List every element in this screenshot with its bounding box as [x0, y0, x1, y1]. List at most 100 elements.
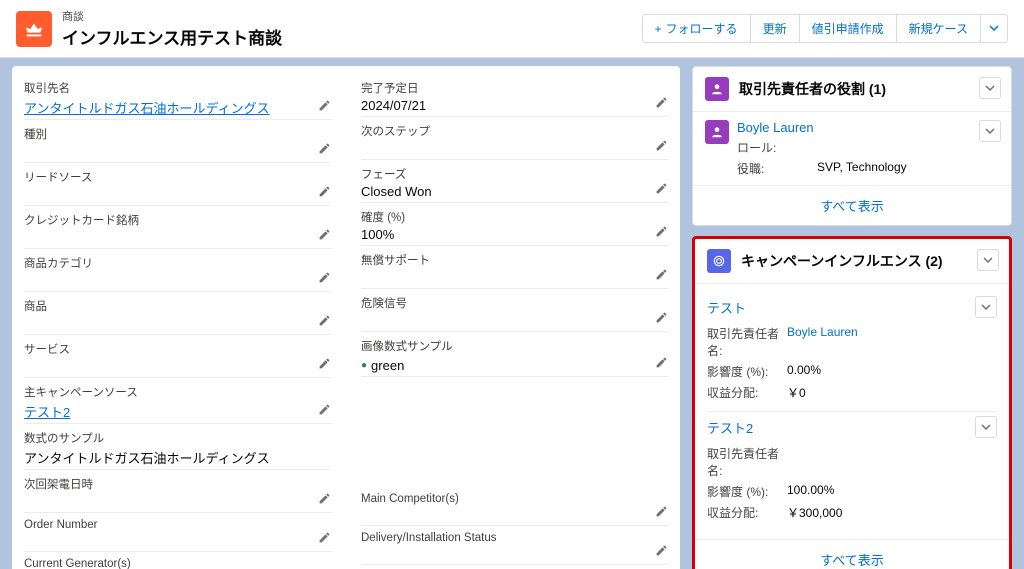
field-value: [24, 144, 331, 160]
field: 数式のサンプルアンタイトルドガス石油ホールディングス: [24, 424, 331, 470]
field: 取引先名アンタイトルドガス石油ホールディングス: [24, 74, 331, 120]
field-label: Main Competitor(s): [361, 493, 668, 505]
field-value: [361, 313, 668, 329]
edit-pencil-icon[interactable]: [318, 531, 331, 547]
object-type-label: 商談: [62, 8, 632, 24]
edit-pencil-icon[interactable]: [318, 492, 331, 508]
contact-roles-icon: [705, 77, 729, 101]
edit-pencil-icon[interactable]: [655, 311, 668, 327]
campaign-record-menu[interactable]: [975, 296, 997, 318]
more-actions-button[interactable]: [981, 14, 1008, 43]
action-bar: +フォローする 更新 値引申請作成 新規ケース: [642, 14, 1008, 43]
person-avatar: [705, 120, 729, 144]
campaign-record-link[interactable]: テスト: [707, 298, 746, 317]
campaign-record-menu[interactable]: [975, 416, 997, 438]
edit-pencil-icon[interactable]: [318, 99, 331, 115]
campaign-show-all[interactable]: すべて表示: [695, 539, 1009, 569]
field: サービス: [24, 335, 331, 378]
field-value: [24, 533, 331, 549]
edit-pencil-icon[interactable]: [655, 182, 668, 198]
edit-pencil-icon[interactable]: [318, 357, 331, 373]
field-label: Delivery/Installation Status: [361, 532, 668, 544]
field-value: [361, 546, 668, 562]
field: 次回架電日時: [24, 470, 331, 513]
field: Main Competitor(s): [361, 487, 668, 526]
field-value: [24, 359, 331, 375]
kv-value[interactable]: Boyle Lauren: [787, 325, 858, 359]
campaign-influence-card: キャンペーンインフルエンス (2) テスト取引先責任者名:Boyle Laure…: [692, 236, 1012, 569]
edit-pencil-icon[interactable]: [318, 142, 331, 158]
edit-pencil-icon[interactable]: [655, 96, 668, 112]
edit-pencil-icon[interactable]: [655, 505, 668, 521]
field-value: [24, 230, 331, 246]
field: フェーズ Closed Won: [361, 160, 668, 203]
field: 完了予定日2024/07/21: [361, 74, 668, 117]
field: 危険信号: [361, 289, 668, 332]
record-header: 商談 インフルエンス用テスト商談 +フォローする 更新 値引申請作成 新規ケース: [0, 0, 1024, 58]
field-label: 次回架電日時: [24, 476, 331, 492]
field-value: [361, 507, 668, 523]
edit-pencil-icon[interactable]: [655, 356, 668, 372]
field: Delivery/Installation Status: [361, 526, 668, 565]
edit-pencil-icon[interactable]: [318, 228, 331, 244]
discount-request-button[interactable]: 値引申請作成: [800, 14, 897, 43]
campaign-influence-title[interactable]: キャンペーンインフルエンス (2): [741, 251, 943, 271]
field-label: クレジットカード銘柄: [24, 212, 331, 228]
role-label: ロール:: [737, 139, 817, 156]
kv-label: 取引先責任者名:: [707, 325, 787, 359]
campaign-record-link[interactable]: テスト2: [707, 418, 753, 437]
field-value[interactable]: アンタイトルドガス石油ホールディングス: [24, 98, 331, 117]
field-value: green: [361, 358, 404, 374]
contact-roles-title[interactable]: 取引先責任者の役割 (1): [739, 79, 886, 99]
edit-pencil-icon[interactable]: [655, 139, 668, 155]
follow-button[interactable]: +フォローする: [642, 14, 751, 43]
field: クレジットカード銘柄: [24, 206, 331, 249]
contact-row-menu[interactable]: [979, 120, 1001, 142]
edit-pencil-icon[interactable]: [318, 403, 331, 419]
title-value: SVP, Technology: [817, 160, 907, 177]
campaign-influence-menu[interactable]: [977, 249, 999, 271]
detail-panel: 取引先名アンタイトルドガス石油ホールディングス種別リードソースクレジットカード銘…: [12, 66, 680, 569]
edit-pencil-icon[interactable]: [655, 225, 668, 241]
kv-label: 影響度 (%):: [707, 363, 787, 380]
field-value: [24, 494, 331, 510]
field: 商品: [24, 292, 331, 335]
edit-pencil-icon[interactable]: [655, 268, 668, 284]
opportunity-icon: [16, 11, 52, 47]
field-label: 危険信号: [361, 295, 668, 311]
field-label: 主キャンペーンソース: [24, 384, 331, 400]
field-label: サービス: [24, 341, 331, 357]
campaign-record: テスト2取引先責任者名:影響度 (%):100.00%収益分配:￥300,000: [707, 412, 997, 531]
contact-roles-card: 取引先責任者の役割 (1) Boyle Lauren ロール: 役職:SVP, …: [692, 66, 1012, 226]
field-label: Order Number: [24, 519, 331, 531]
field-label: 無償サポート: [361, 252, 668, 268]
field-value: [24, 316, 331, 332]
field-label: フェーズ: [361, 166, 668, 182]
field: 無償サポート: [361, 246, 668, 289]
edit-pencil-icon[interactable]: [318, 271, 331, 287]
new-case-button[interactable]: 新規ケース: [897, 14, 981, 43]
field: リードソース: [24, 163, 331, 206]
contact-name-link[interactable]: Boyle Lauren: [737, 120, 999, 135]
campaign-record: テスト取引先責任者名:Boyle Lauren影響度 (%):0.00%収益分配…: [707, 292, 997, 412]
field: 主キャンペーンソーステスト2: [24, 378, 331, 424]
field-value: Closed Won: [361, 184, 668, 200]
contact-roles-menu[interactable]: [979, 77, 1001, 99]
campaign-influence-icon: [707, 249, 731, 273]
kv-value: 100.00%: [787, 483, 834, 500]
edit-pencil-icon[interactable]: [655, 544, 668, 560]
edit-pencil-icon[interactable]: [318, 314, 331, 330]
field-value: [24, 273, 331, 289]
field: 確度 (%)100%: [361, 203, 668, 246]
kv-label: 取引先責任者名:: [707, 445, 787, 479]
record-name: インフルエンス用テスト商談: [62, 24, 632, 49]
field: Order Number: [24, 513, 331, 552]
contact-roles-show-all[interactable]: すべて表示: [693, 185, 1011, 225]
field-label: 種別: [24, 126, 331, 142]
edit-pencil-icon[interactable]: [318, 185, 331, 201]
kv-value: ￥300,000: [787, 504, 842, 521]
update-button[interactable]: 更新: [751, 14, 800, 43]
kv-label: 影響度 (%):: [707, 483, 787, 500]
title-label: 役職:: [737, 160, 817, 177]
field-value[interactable]: テスト2: [24, 402, 331, 421]
